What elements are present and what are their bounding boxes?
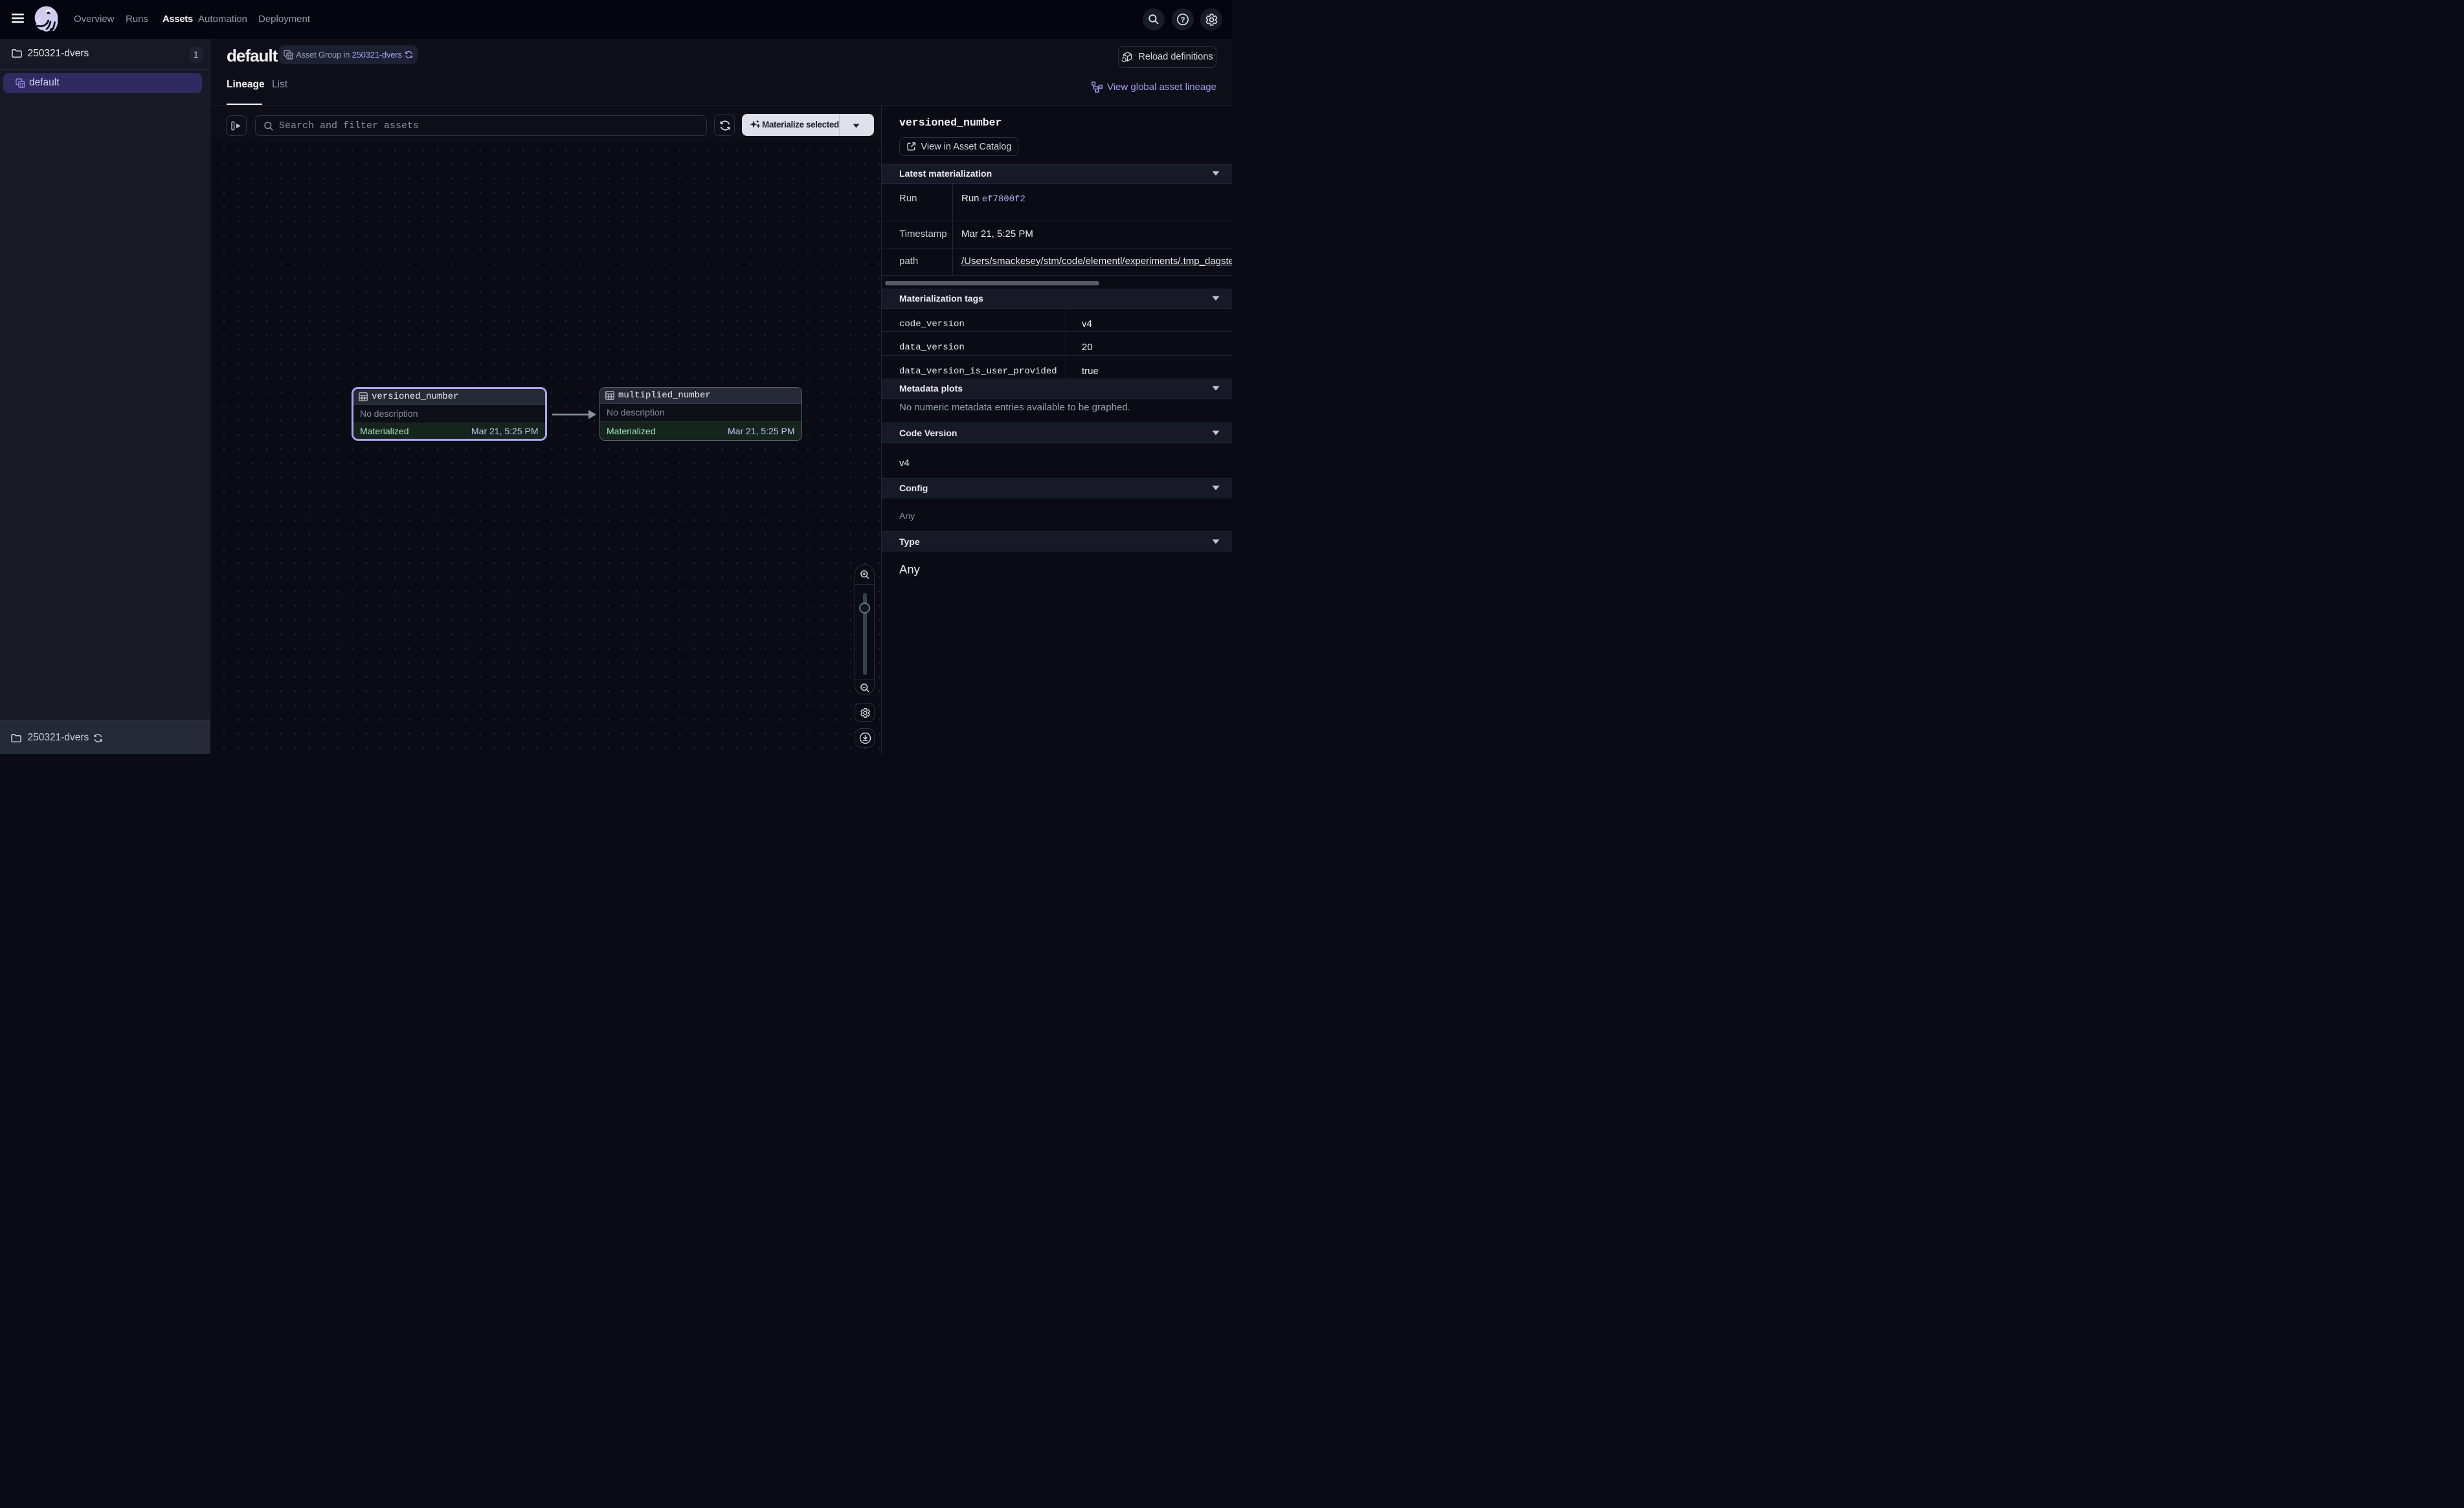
svg-text:?: ? bbox=[1180, 16, 1185, 24]
